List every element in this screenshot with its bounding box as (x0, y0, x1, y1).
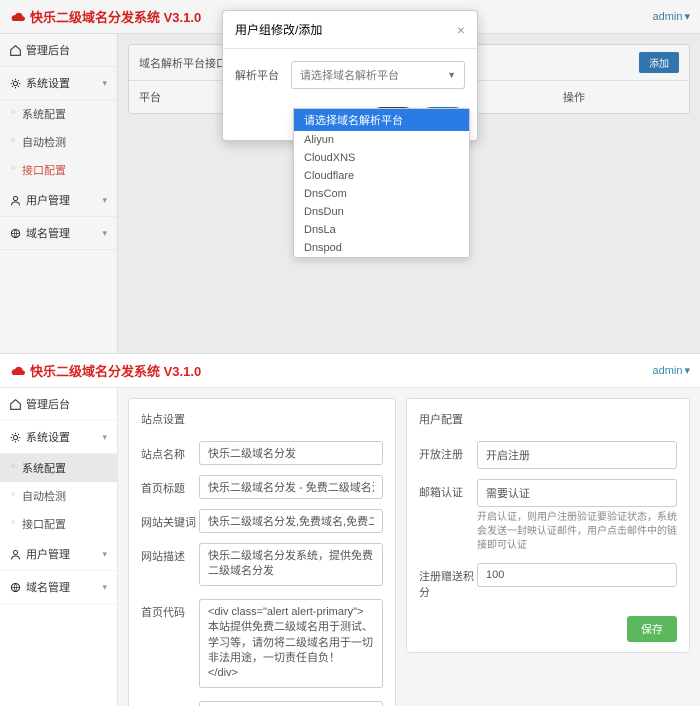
card-title: 用户配置 (419, 411, 677, 427)
dd-option[interactable]: DnsDun (294, 203, 469, 221)
mail-hint: 开启认证，则用户注册验证要验证状态，系统会发送一封映认证邮件，用户点击邮件中的链… (477, 511, 677, 553)
desc-label: 网站描述 (141, 543, 199, 564)
dd-option[interactable]: DnsCom (294, 185, 469, 203)
topbar: 快乐二级域名分发系统 V3.1.0 admin▾ (0, 354, 700, 388)
homecode-label: 首页代码 (141, 599, 199, 620)
site-name-input[interactable] (199, 441, 383, 465)
chevron-down-icon: ▾ (102, 432, 107, 443)
platform-select[interactable]: 请选择域名解析平台 ▼ (291, 61, 465, 89)
gift-label: 注册赠送积分 (419, 563, 477, 600)
reg-label: 开放注册 (419, 441, 477, 462)
dd-option[interactable]: Dnspod (294, 239, 469, 257)
modal-title: 用户组修改/添加 (235, 21, 322, 38)
brand: 快乐二级域名分发系统 V3.1.0 (10, 361, 201, 380)
home-icon (10, 399, 21, 410)
save-button[interactable]: 保存 (627, 616, 677, 642)
close-icon[interactable]: × (457, 22, 465, 38)
notice-textarea[interactable]: 本站提供免费二级域名用于测试、学习等，请勿将二级域名用于一切非法用途，一切责任自… (199, 701, 383, 706)
nav-domains[interactable]: 域名管理▾ (0, 571, 117, 604)
nav-sub-apiconf[interactable]: 接口配置 (0, 510, 117, 538)
keywords-label: 网站关键词 (141, 509, 199, 530)
desc-textarea[interactable]: 快乐二级域名分发系统，提供免费二级域名分发 (199, 543, 383, 586)
pagetitle-label: 首页标题 (141, 475, 199, 496)
admin-menu[interactable]: admin▾ (653, 364, 691, 377)
mail-select[interactable]: 需要认证 (477, 479, 677, 507)
dd-option[interactable]: DnsLa (294, 221, 469, 239)
nav-users[interactable]: 用户管理▾ (0, 538, 117, 571)
nav-dashboard[interactable]: 管理后台 (0, 388, 117, 421)
user-config-card: 用户配置 开放注册 开启注册 邮箱认证 需要认证 开启认证，则用户注册验证要验证… (406, 398, 690, 653)
mail-label: 邮箱认证 (419, 479, 477, 500)
sidebar: 管理后台 系统设置▾ 系统配置 自动检测 接口配置 用户管理▾ 域名管理▾ (0, 388, 118, 706)
gear-icon (10, 432, 21, 443)
dd-option[interactable]: Cloudflare (294, 167, 469, 185)
card-title: 站点设置 (141, 411, 383, 427)
dd-option[interactable]: CloudXNS (294, 149, 469, 167)
chevron-down-icon: ▾ (102, 582, 107, 593)
dd-option[interactable]: 请选择域名解析平台 (294, 109, 469, 131)
chevron-down-icon: ▾ (102, 549, 107, 560)
keywords-input[interactable] (199, 509, 383, 533)
nav-system[interactable]: 系统设置▾ (0, 421, 117, 454)
platform-dropdown: 请选择域名解析平台 Aliyun CloudXNS Cloudflare Dns… (293, 108, 470, 258)
site-settings-card: 站点设置 站点名称 首页标题 网站关键词 (128, 398, 396, 706)
site-name-label: 站点名称 (141, 441, 199, 462)
chevron-down-icon: ▾ (684, 364, 690, 377)
platform-label: 解析平台 (235, 67, 283, 83)
cloud-icon (10, 365, 26, 377)
user-icon (10, 549, 21, 560)
homecode-textarea[interactable]: <div class="alert alert-primary"> 本站提供免费… (199, 599, 383, 688)
notice-label: 用户公告 (141, 701, 199, 706)
globe-icon (10, 582, 21, 593)
dd-option[interactable]: Aliyun (294, 131, 469, 149)
nav-sub-autodetect[interactable]: 自动检测 (0, 482, 117, 510)
pagetitle-input[interactable] (199, 475, 383, 499)
reg-select[interactable]: 开启注册 (477, 441, 677, 469)
chevron-down-icon: ▼ (447, 70, 456, 80)
nav-sub-sysconf[interactable]: 系统配置 (0, 454, 117, 482)
gift-input[interactable] (477, 563, 677, 587)
